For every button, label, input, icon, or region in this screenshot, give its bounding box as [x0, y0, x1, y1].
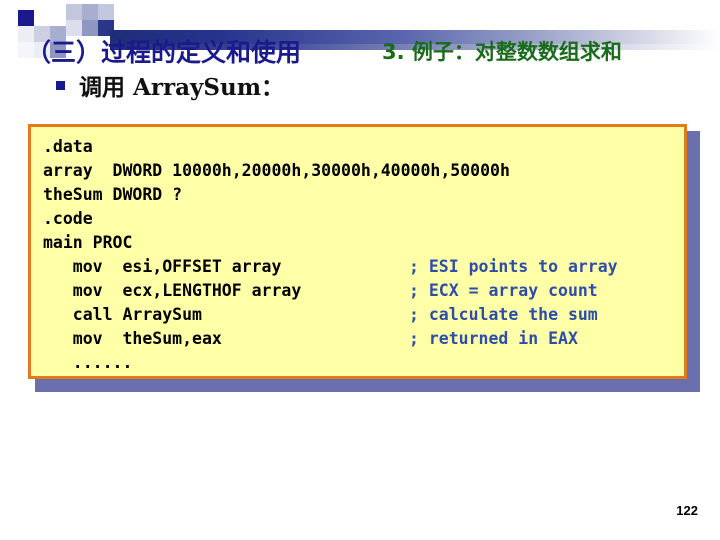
code-line-comment: ; calculate the sum — [409, 305, 598, 324]
mosaic-square — [18, 10, 34, 26]
code-line-comment: ; ECX = array count — [409, 281, 598, 300]
code-listing-box: .data array DWORD 10000h,20000h,30000h,40… — [28, 124, 687, 379]
code-line-text: .data — [43, 137, 93, 156]
code-line-text: theSum DWORD ? — [43, 185, 183, 204]
code-line: ...... — [43, 351, 510, 375]
bullet-label-en: ArraySum — [133, 74, 262, 101]
code-line: mov esi,OFFSET array ; ESI points to arra… — [43, 255, 618, 279]
code-line-text: mov esi,OFFSET array — [43, 257, 282, 276]
mosaic-square — [98, 4, 114, 20]
code-line: .code — [43, 207, 510, 231]
code-line: call ArraySum ; calculate the sum — [43, 303, 598, 327]
mosaic-square — [50, 10, 66, 26]
slide-canvas: （三）过程的定义和使用 3. 例子：对整数数组求和 调用 ArraySum： .… — [0, 0, 720, 540]
code-line-comment: ; returned in EAX — [409, 329, 578, 348]
code-line-text: main PROC — [43, 233, 133, 252]
code-line-text: call ArraySum — [43, 305, 202, 324]
page-title: （三）过程的定义和使用 — [26, 38, 302, 67]
code-line: array DWORD 10000h,20000h,30000h,40000h,… — [43, 159, 510, 183]
mosaic-square — [34, 10, 50, 26]
bullet-label-colon: ： — [261, 75, 285, 101]
code-line-text: mov ecx,LENGTHOF array — [43, 281, 302, 300]
square-bullet-icon — [56, 80, 65, 90]
code-listing-text: .data array DWORD 10000h,20000h,30000h,40… — [43, 135, 618, 375]
code-line: mov ecx,LENGTHOF array ; ECX = array coun… — [43, 279, 598, 303]
mosaic-square — [82, 4, 98, 20]
code-listing-container: .data array DWORD 10000h,20000h,30000h,40… — [28, 124, 700, 392]
code-line-text: ...... — [43, 353, 133, 372]
page-number: 122 — [676, 503, 698, 518]
bullet-item: 调用 ArraySum： — [56, 68, 284, 102]
code-line: .data — [43, 135, 510, 159]
code-line-text: array DWORD 10000h,20000h,30000h,40000h,… — [43, 161, 510, 180]
bullet-item-label: 调用 ArraySum： — [79, 68, 284, 102]
code-line-text: mov theSum,eax — [43, 329, 222, 348]
code-line-text: .code — [43, 209, 93, 228]
code-line: mov theSum,eax ; returned in EAX — [43, 327, 578, 351]
section-title: 3. 例子：对整数数组求和 — [382, 40, 622, 64]
mosaic-square — [66, 4, 82, 20]
code-line: theSum DWORD ? — [43, 183, 510, 207]
code-line: main PROC — [43, 231, 510, 255]
code-line-comment: ; ESI points to array — [409, 257, 618, 276]
bullet-label-cn: 调用 — [79, 75, 125, 101]
